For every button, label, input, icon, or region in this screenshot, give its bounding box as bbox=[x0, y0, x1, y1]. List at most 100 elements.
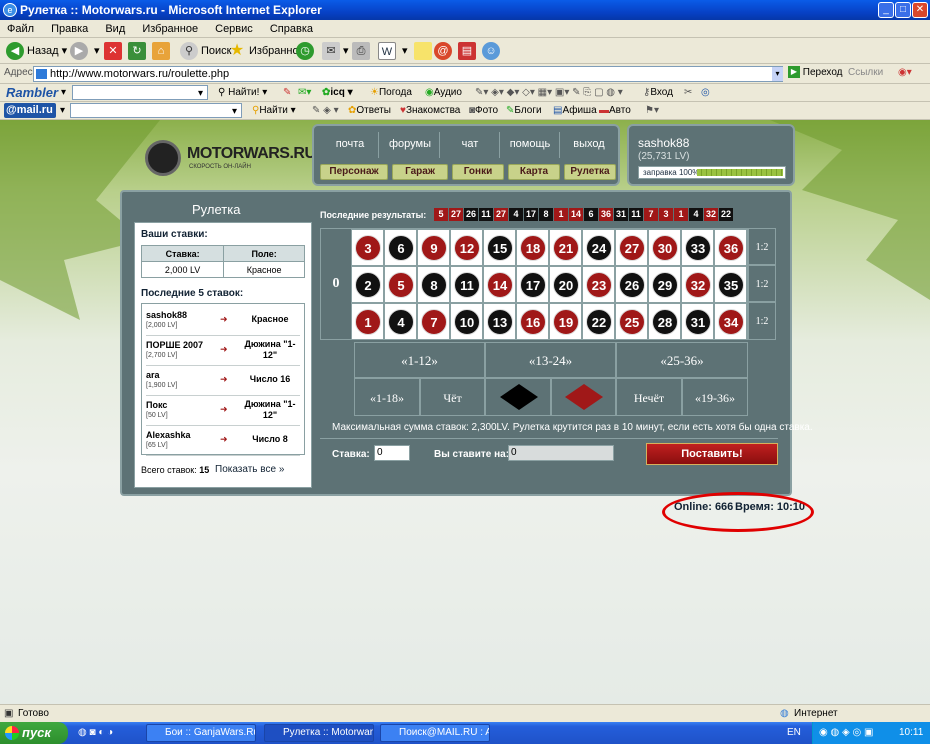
start-button[interactable]: пуск bbox=[0, 722, 68, 744]
close-button[interactable]: ✕ bbox=[912, 2, 928, 18]
nav-chat[interactable]: чат bbox=[442, 138, 498, 150]
nav-forums[interactable]: форумы bbox=[382, 138, 438, 150]
answers-button[interactable]: ✿Ответы bbox=[348, 104, 391, 118]
number-cell[interactable]: 3 bbox=[351, 229, 384, 266]
number-cell[interactable]: 32 bbox=[681, 266, 714, 303]
minimize-button[interactable]: _ bbox=[878, 2, 894, 18]
number-cell[interactable]: 29 bbox=[648, 266, 681, 303]
menu-view[interactable]: Вид bbox=[98, 20, 132, 35]
nav-help[interactable]: помощь bbox=[502, 138, 558, 150]
auto-button[interactable]: ▬Авто bbox=[599, 104, 631, 118]
number-cell[interactable]: 30 bbox=[648, 229, 681, 266]
zero-cell[interactable]: 0 bbox=[321, 229, 351, 339]
address-dropdown-icon[interactable]: ▾ bbox=[772, 67, 783, 81]
go-button[interactable]: ▶ Переход bbox=[788, 66, 843, 80]
mailru-find-button[interactable]: ⚲Найти ▾ bbox=[252, 104, 296, 118]
number-cell[interactable]: 34 bbox=[714, 303, 747, 340]
refresh-button[interactable]: ↻ bbox=[128, 41, 149, 61]
nav-exit[interactable]: выход bbox=[562, 138, 616, 150]
number-cell[interactable]: 26 bbox=[615, 266, 648, 303]
mail-button[interactable]: ✉ ▾ bbox=[322, 41, 349, 61]
number-cell[interactable]: 23 bbox=[582, 266, 615, 303]
odd-button[interactable]: Нечёт bbox=[616, 378, 682, 416]
rambler-login-button[interactable]: ⚷Вход bbox=[643, 86, 673, 100]
menu-help[interactable]: Справка bbox=[263, 20, 320, 35]
edit-button[interactable]: W ▾ bbox=[378, 41, 408, 61]
rambler-tools-icons[interactable]: ✎▾ ◈▾ ◆▾ ◇▾ ▦▾ ▣▾ ✎ ⎘ ▢ ◍ ▾ bbox=[475, 86, 623, 100]
task-ganjawars[interactable]: Бои :: GanjaWars.Ru... bbox=[146, 724, 256, 742]
search-button[interactable]: ⚲ Поиск bbox=[180, 41, 231, 61]
column-bet-1[interactable]: 1:2 bbox=[748, 228, 776, 265]
mailru-menu-icon[interactable]: ▾ bbox=[60, 104, 65, 118]
column-bet-3[interactable]: 1:2 bbox=[748, 302, 776, 340]
number-cell[interactable]: 2 bbox=[351, 266, 384, 303]
even-button[interactable]: Чёт bbox=[420, 378, 485, 416]
number-cell[interactable]: 8 bbox=[417, 266, 450, 303]
site-logo[interactable]: MOTORWARS.RU СКОРОСТЬ ОН-ЛАЙН bbox=[145, 140, 316, 180]
low-1-18-button[interactable]: «1-18» bbox=[354, 378, 420, 416]
black-bet-button[interactable] bbox=[485, 378, 551, 416]
favorites-button[interactable]: ★ Избранное bbox=[228, 41, 305, 61]
number-cell[interactable]: 14 bbox=[483, 266, 516, 303]
number-cell[interactable]: 5 bbox=[384, 266, 417, 303]
menu-file[interactable]: Файл bbox=[0, 20, 41, 35]
mailru-search-input[interactable] bbox=[70, 103, 242, 118]
number-cell[interactable]: 18 bbox=[516, 229, 549, 266]
number-cell[interactable]: 31 bbox=[681, 303, 714, 340]
number-cell[interactable]: 33 bbox=[681, 229, 714, 266]
nav-garage-button[interactable]: Гараж bbox=[392, 164, 448, 180]
number-cell[interactable]: 36 bbox=[714, 229, 747, 266]
red-bet-button[interactable] bbox=[551, 378, 616, 416]
number-cell[interactable]: 1 bbox=[351, 303, 384, 340]
dozen-1-button[interactable]: «1-12» bbox=[354, 342, 485, 378]
nav-mail[interactable]: почта bbox=[324, 138, 376, 150]
rambler-dropdown-icon[interactable]: ▾ bbox=[198, 87, 203, 101]
number-cell[interactable]: 20 bbox=[549, 266, 582, 303]
blogs-button[interactable]: ✎Блоги bbox=[506, 104, 542, 118]
mailru-button[interactable]: @ bbox=[434, 41, 455, 61]
number-cell[interactable]: 25 bbox=[615, 303, 648, 340]
stop-button[interactable]: ✕ bbox=[104, 41, 125, 61]
forward-button[interactable]: ▶ ▾ bbox=[70, 41, 100, 61]
dozen-3-button[interactable]: «25-36» bbox=[616, 342, 748, 378]
rambler-mail-icon[interactable]: ✉▾ bbox=[298, 86, 311, 100]
messenger-button[interactable]: ☺ bbox=[482, 41, 503, 61]
task-roulette[interactable]: Рулетка :: Motorwar... bbox=[264, 724, 374, 742]
nav-character-button[interactable]: Персонаж bbox=[320, 164, 388, 180]
number-cell[interactable]: 13 bbox=[483, 303, 516, 340]
history-button[interactable]: ◷ bbox=[296, 41, 317, 61]
pencil-icon[interactable]: ✎ bbox=[283, 86, 291, 100]
menu-tools[interactable]: Сервис bbox=[208, 20, 260, 35]
language-indicator[interactable]: EN bbox=[787, 726, 801, 740]
back-button[interactable]: ◀ Назад ▾ bbox=[6, 41, 67, 61]
column-bet-2[interactable]: 1:2 bbox=[748, 265, 776, 302]
mailru-dropdown-icon[interactable]: ▾ bbox=[232, 105, 237, 119]
weather-button[interactable]: ☀Погода bbox=[370, 86, 412, 100]
address-input[interactable]: http://www.motorwars.ru/roulette.php bbox=[33, 66, 783, 82]
rambler-find-button[interactable]: ⚲ Найти! ▾ bbox=[218, 86, 267, 100]
number-cell[interactable]: 7 bbox=[417, 303, 450, 340]
maximize-button[interactable]: □ bbox=[895, 2, 911, 18]
nav-map-button[interactable]: Карта bbox=[508, 164, 560, 180]
rambler-search-input[interactable] bbox=[72, 85, 208, 100]
number-cell[interactable]: 4 bbox=[384, 303, 417, 340]
number-cell[interactable]: 9 bbox=[417, 229, 450, 266]
mailru-tools-icons[interactable]: ✎ ◈ ▾ bbox=[312, 104, 339, 118]
number-cell[interactable]: 24 bbox=[582, 229, 615, 266]
nav-races-button[interactable]: Гонки bbox=[452, 164, 504, 180]
menu-edit[interactable]: Правка bbox=[44, 20, 95, 35]
home-button[interactable]: ⌂ bbox=[152, 41, 173, 61]
show-all-link[interactable]: Показать все » bbox=[215, 464, 284, 475]
number-cell[interactable]: 19 bbox=[549, 303, 582, 340]
dating-button[interactable]: ♥Знакомства bbox=[400, 104, 460, 118]
username[interactable]: sashok88 bbox=[638, 136, 689, 150]
icq-button[interactable]: ✿icq ▾ bbox=[322, 86, 353, 100]
audio-button[interactable]: ◉Аудио bbox=[425, 86, 462, 100]
target-input[interactable]: 0 bbox=[508, 445, 614, 461]
stake-input[interactable]: 0 bbox=[374, 445, 410, 461]
high-19-36-button[interactable]: «19-36» bbox=[682, 378, 748, 416]
rambler-settings-icon[interactable]: ✂ bbox=[684, 86, 692, 100]
quicklaunch-icons[interactable]: ◍ ◙ ◐ ◑ bbox=[78, 726, 113, 740]
number-cell[interactable]: 27 bbox=[615, 229, 648, 266]
nav-roulette-button[interactable]: Рулетка bbox=[564, 164, 616, 180]
